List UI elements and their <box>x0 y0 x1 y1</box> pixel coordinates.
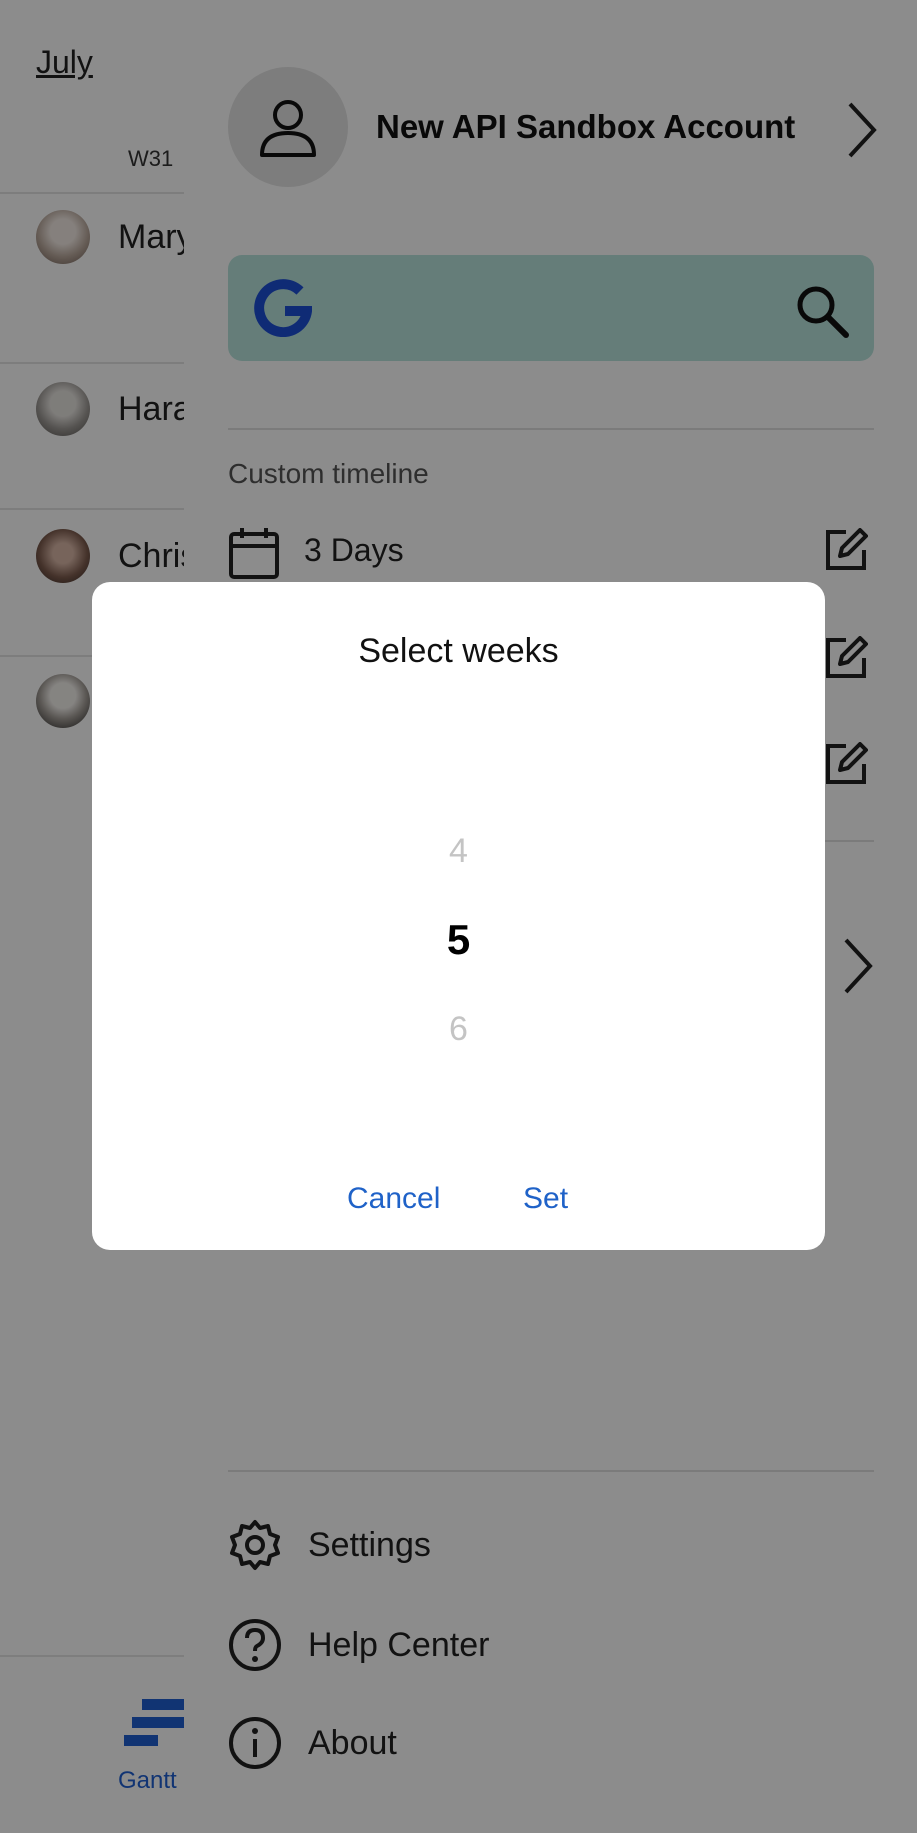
picker-option-next[interactable]: 6 <box>92 1010 825 1049</box>
select-weeks-dialog: Select weeks 4 5 6 Cancel Set <box>92 582 825 1250</box>
set-button[interactable]: Set <box>523 1182 568 1216</box>
picker-option-previous[interactable]: 4 <box>92 832 825 871</box>
cancel-button[interactable]: Cancel <box>347 1182 440 1216</box>
picker-option-selected[interactable]: 5 <box>92 916 825 964</box>
dialog-title: Select weeks <box>358 632 559 670</box>
